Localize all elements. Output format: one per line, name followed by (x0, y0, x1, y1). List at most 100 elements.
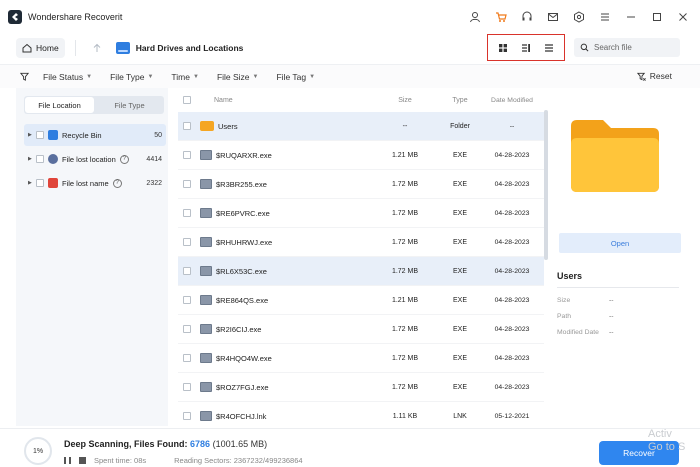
breadcrumb-label: Hard Drives and Locations (135, 43, 244, 53)
row-checkbox[interactable] (183, 238, 191, 246)
reading-sectors: Reading Sectors: 2367232/499236864 (174, 456, 303, 465)
file-icon (200, 208, 212, 218)
row-checkbox[interactable] (183, 383, 191, 391)
row-checkbox[interactable] (183, 180, 191, 188)
up-arrow-button[interactable] (86, 38, 108, 58)
expand-arrow-icon[interactable]: ▶ (28, 156, 36, 162)
file-date: 04-28-2023 (494, 325, 530, 333)
cart-icon[interactable] (494, 10, 508, 24)
table-row[interactable]: $RL6X53C.exe 1.72 MB EXE 04-28-2023 (178, 257, 544, 286)
minimize-icon[interactable] (624, 10, 638, 24)
sidebar-item-label: File lost name (62, 178, 109, 188)
file-size: 1.72 MB (391, 180, 419, 188)
filter-icon[interactable] (20, 72, 29, 81)
table-row[interactable]: $RUQARXR.exe 1.21 MB EXE 04-28-2023 (178, 141, 544, 170)
table-row[interactable]: Users -- Folder -- (178, 112, 544, 141)
help-icon[interactable]: ? (119, 154, 129, 164)
maximize-icon[interactable] (650, 10, 664, 24)
table-row[interactable]: $R2I6CIJ.exe 1.72 MB EXE 04-28-2023 (178, 315, 544, 344)
app-logo-icon (8, 10, 22, 24)
reset-button[interactable]: Reset (636, 71, 672, 81)
expand-arrow-icon[interactable]: ▶ (28, 132, 36, 138)
headset-icon[interactable] (520, 10, 534, 24)
table-row[interactable]: $RE864QS.exe 1.21 MB EXE 04-28-2023 (178, 286, 544, 315)
activation-watermark: Activ Go to S (648, 428, 685, 454)
file-icon (200, 382, 212, 392)
table-row[interactable]: $RE6PVRC.exe 1.72 MB EXE 04-28-2023 (178, 199, 544, 228)
checkbox[interactable] (36, 155, 44, 163)
file-date: 04-28-2023 (494, 209, 530, 217)
detail-view-icon[interactable] (519, 41, 533, 55)
filter-file-tag[interactable]: File Tag ▼ (276, 72, 315, 82)
scan-status-title: Deep Scanning, Files Found: 6786 (1001.6… (64, 439, 267, 449)
sidebar-item-recycle-bin[interactable]: ▶ Recycle Bin 50 (24, 124, 166, 146)
list-view-icon[interactable] (542, 41, 556, 55)
row-checkbox[interactable] (183, 151, 191, 159)
user-icon[interactable] (468, 10, 482, 24)
sidebar-item-file-lost-location[interactable]: ▶ File lost location ? 4414 (24, 148, 166, 170)
table-row[interactable]: $RHUHRWJ.exe 1.72 MB EXE 04-28-2023 (178, 228, 544, 257)
tab-file-type[interactable]: File Type (95, 96, 164, 114)
close-icon[interactable] (676, 10, 690, 24)
settings-icon[interactable] (572, 10, 586, 24)
file-date: 04-28-2023 (494, 383, 530, 391)
grid-view-icon[interactable] (496, 41, 510, 55)
column-name[interactable]: Name (200, 97, 370, 104)
folder-icon (200, 121, 214, 131)
checkbox[interactable] (36, 131, 44, 139)
meta-value: -- (609, 329, 614, 336)
column-type[interactable]: Type (440, 97, 480, 104)
row-checkbox[interactable] (183, 267, 191, 275)
table-row[interactable]: $ROZ7FGJ.exe 1.72 MB EXE 04-28-2023 (178, 373, 544, 402)
search-input[interactable] (594, 43, 674, 52)
file-name: $RHUHRWJ.exe (216, 237, 273, 247)
watermark-line: Activ (648, 428, 672, 440)
item-count: 2322 (146, 179, 162, 187)
file-size: 1.21 MB (391, 296, 419, 304)
row-checkbox[interactable] (183, 296, 191, 304)
tab-file-location[interactable]: File Location (25, 97, 94, 113)
help-icon[interactable]: ? (112, 178, 122, 188)
breadcrumb[interactable]: Hard Drives and Locations (115, 42, 244, 54)
column-date-modified[interactable]: Date Modified (480, 97, 544, 104)
table-row[interactable]: $R4OFCHJ.lnk 1.11 KB LNK 05-12-2021 (178, 402, 544, 426)
row-checkbox[interactable] (183, 209, 191, 217)
meta-modified-date: Modified Date -- (557, 329, 614, 336)
filter-file-status[interactable]: File Status ▼ (43, 72, 92, 82)
expand-arrow-icon[interactable]: ▶ (28, 180, 36, 186)
open-button[interactable]: Open (559, 233, 681, 253)
file-name: $RUQARXR.exe (216, 150, 272, 160)
select-all-checkbox[interactable] (183, 96, 191, 104)
menu-icon[interactable] (598, 10, 612, 24)
file-date: 04-28-2023 (494, 151, 530, 159)
row-checkbox[interactable] (183, 354, 191, 362)
row-checkbox[interactable] (183, 325, 191, 333)
filter-file-type[interactable]: File Type ▼ (110, 72, 153, 82)
file-name: Users (218, 121, 238, 131)
mail-icon[interactable] (546, 10, 560, 24)
scan-progress-ring: 1% (24, 437, 52, 465)
table-row[interactable]: $R4HQO4W.exe 1.72 MB EXE 04-28-2023 (178, 344, 544, 373)
filter-label: File Status (43, 71, 84, 82)
watermark-line: Go to S (648, 441, 686, 453)
file-list: Name Size Type Date Modified Users -- Fold… (178, 88, 544, 426)
pause-icon[interactable] (64, 457, 71, 464)
file-name: $R4OFCHJ.lnk (216, 411, 267, 421)
reset-label: Reset (649, 71, 672, 81)
home-button[interactable]: Home (16, 38, 65, 58)
files-found-size: (1001.65 MB) (212, 439, 268, 449)
stop-icon[interactable] (79, 457, 86, 464)
file-list-scrollbar[interactable] (544, 110, 548, 260)
table-row[interactable]: $R3BR255.exe 1.72 MB EXE 04-28-2023 (178, 170, 544, 199)
chevron-down-icon: ▼ (309, 73, 316, 80)
sidebar-item-file-lost-name[interactable]: ▶ File lost name ? 2322 (24, 172, 166, 194)
row-checkbox[interactable] (183, 412, 191, 420)
file-icon (200, 237, 212, 247)
row-checkbox[interactable] (183, 122, 191, 130)
sidebar-tabs: File Location File Type (24, 96, 164, 114)
file-size: 1.72 MB (391, 383, 419, 391)
filter-file-size[interactable]: File Size ▼ (217, 72, 259, 82)
filter-time[interactable]: Time ▼ (171, 72, 199, 82)
checkbox[interactable] (36, 179, 44, 187)
column-size[interactable]: Size (370, 97, 440, 104)
